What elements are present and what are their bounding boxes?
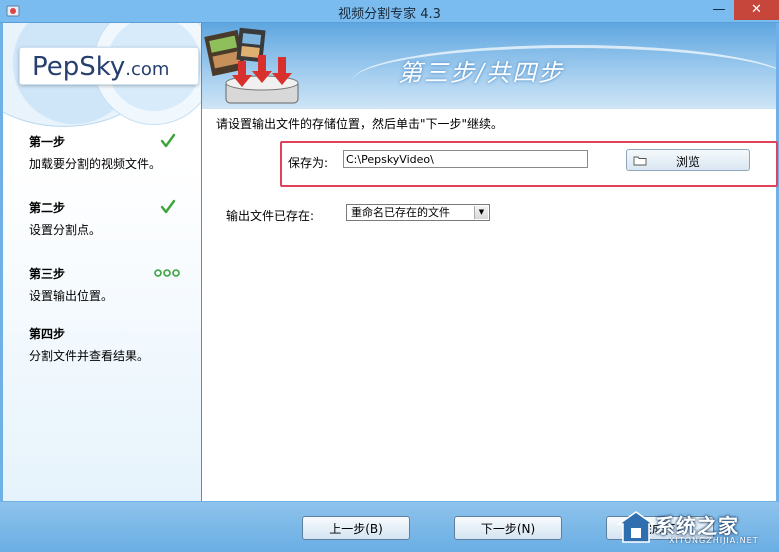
sidebar-step-2: 第二步 设置分割点。 — [29, 199, 189, 238]
title-bar: 视频分割专家 4.3 — ✕ — [0, 0, 779, 23]
prev-step-button[interactable]: 上一步(B) — [302, 516, 410, 540]
window-title: 视频分割专家 4.3 — [338, 7, 441, 22]
sidebar-step-4: 第四步 分割文件并查看结果。 — [29, 325, 189, 364]
instruction-text: 请设置输出文件的存储位置，然后单击"下一步"继续。 — [216, 117, 504, 131]
close-button[interactable]: ✕ — [734, 0, 779, 20]
step-heading: 第三步/共四步 — [398, 59, 565, 87]
step-desc: 设置分割点。 — [29, 223, 102, 237]
watermark: 系统之家 XITONGZHIJIA.NET — [617, 504, 777, 550]
file-exists-value: 重命名已存在的文件 — [351, 206, 450, 219]
save-path-input[interactable] — [343, 150, 588, 168]
check-icon — [160, 199, 176, 214]
next-step-button[interactable]: 下一步(N) — [454, 516, 562, 540]
step-desc: 设置输出位置。 — [29, 289, 114, 303]
save-as-label: 保存为: — [288, 156, 329, 170]
header-banner: 第三步/共四步 — [202, 23, 776, 109]
minimize-button[interactable]: — — [706, 0, 732, 20]
check-icon — [160, 133, 176, 148]
pepsky-logo: PepSky.com — [19, 47, 199, 85]
watermark-logo-icon — [617, 511, 655, 543]
file-exists-dropdown[interactable]: 重命名已存在的文件 ▼ — [346, 204, 490, 221]
sidebar-step-3: 第三步 设置输出位置。 — [29, 265, 189, 304]
step-title: 第四步 — [29, 327, 66, 341]
watermark-url: XITONGZHIJIA.NET — [669, 536, 759, 545]
sidebar: PepSky.com 第一步 加载要分割的视频文件。 第二步 设置分割点。 第三… — [3, 23, 202, 501]
progress-dots-icon — [154, 269, 180, 277]
sidebar-step-1: 第一步 加载要分割的视频文件。 — [29, 133, 189, 172]
film-export-icon — [204, 27, 299, 104]
step-desc: 加载要分割的视频文件。 — [29, 157, 162, 171]
step-desc: 分割文件并查看结果。 — [29, 349, 150, 363]
file-exists-label: 输出文件已存在: — [226, 209, 315, 223]
browse-button[interactable]: 浏览 — [626, 149, 750, 171]
dropdown-arrow-icon[interactable]: ▼ — [474, 206, 488, 219]
main-panel: 第三步/共四步 请设置输出文件的存储位置，然后单击"下一步"继续。 保存为: 浏… — [202, 23, 778, 501]
browse-label: 浏览 — [675, 155, 700, 169]
watermark-text: 系统之家 — [655, 514, 739, 538]
